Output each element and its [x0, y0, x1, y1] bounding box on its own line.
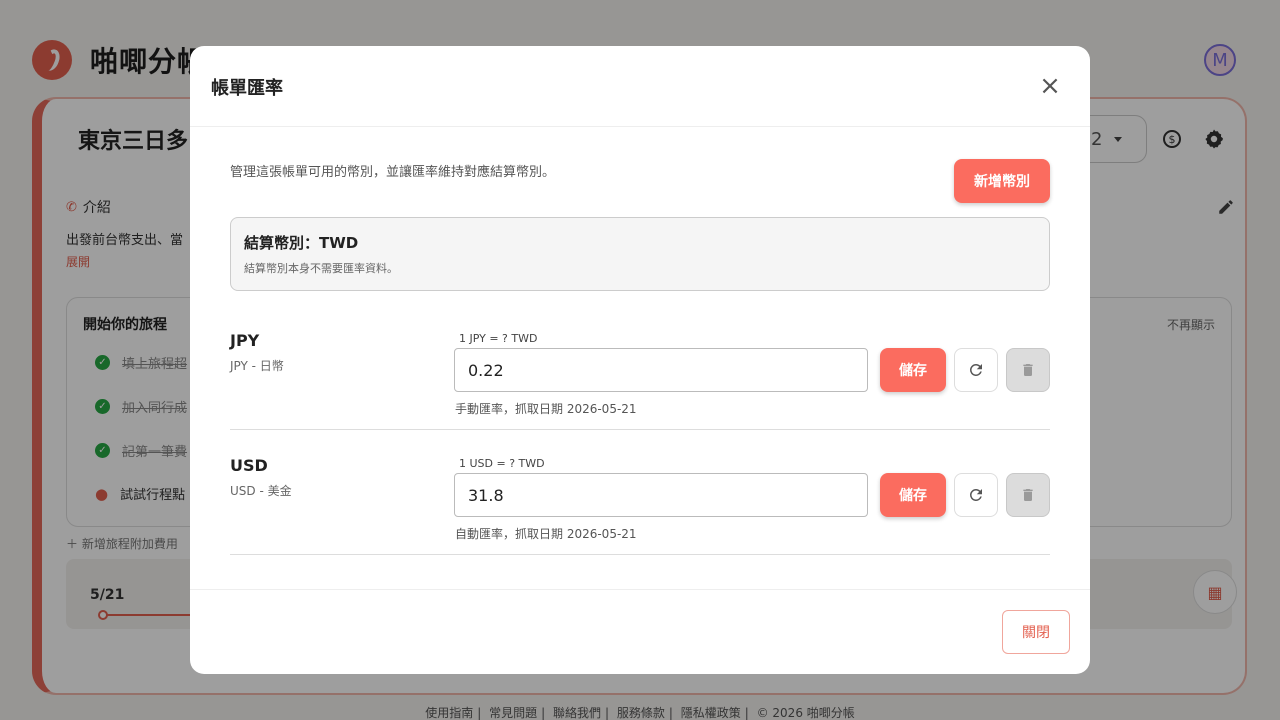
add-currency-button[interactable]: 新增幣別: [954, 159, 1050, 203]
settlement-currency-box: 結算幣別：TWD 結算幣別本身不需要匯率資料。: [230, 217, 1050, 291]
currency-code: JPY: [230, 331, 260, 350]
save-rate-button[interactable]: 儲存: [880, 348, 946, 392]
currency-code: USD: [230, 456, 268, 475]
delete-currency-button[interactable]: [1006, 348, 1050, 392]
rate-meta: 自動匯率，抓取日期 2026-05-21: [455, 527, 637, 541]
dialog-title: 帳單匯率: [211, 78, 283, 99]
refresh-rate-button[interactable]: [954, 348, 998, 392]
exchange-rate-dialog: 帳單匯率 × 管理這張帳單可用的幣別，並讓匯率維持對應結算幣別。 新增幣別 結算…: [190, 46, 1090, 674]
rate-field-label: 1 JPY = ? TWD: [459, 332, 538, 345]
refresh-icon: [969, 364, 982, 376]
rate-meta: 手動匯率，抓取日期 2026-05-21: [455, 402, 637, 416]
divider: [190, 589, 1090, 590]
rate-field-label: 1 USD = ? TWD: [459, 457, 545, 470]
refresh-rate-button[interactable]: [954, 473, 998, 517]
trash-icon: [1023, 489, 1033, 501]
divider: [190, 126, 1090, 127]
refresh-icon: [969, 489, 982, 501]
settlement-title: 結算幣別：TWD: [244, 234, 359, 252]
settlement-subtitle: 結算幣別本身不需要匯率資料。: [244, 262, 398, 275]
trash-icon: [1023, 364, 1033, 376]
dialog-description: 管理這張帳單可用的幣別，並讓匯率維持對應結算幣別。: [230, 165, 556, 180]
currency-name: JPY - 日幣: [230, 359, 284, 373]
delete-currency-button[interactable]: [1006, 473, 1050, 517]
close-icon[interactable]: ×: [1036, 72, 1064, 100]
currency-row-jpy: JPY JPY - 日幣 1 JPY = ? TWD 手動匯率，抓取日期 202…: [230, 305, 1050, 430]
save-rate-button[interactable]: 儲存: [880, 473, 946, 517]
currency-name: USD - 美金: [230, 484, 292, 498]
currency-row-usd: USD USD - 美金 1 USD = ? TWD 自動匯率，抓取日期 202…: [230, 430, 1050, 555]
rate-input-jpy[interactable]: [454, 348, 868, 392]
rate-input-usd[interactable]: [454, 473, 868, 517]
close-dialog-button[interactable]: 關閉: [1002, 610, 1070, 654]
